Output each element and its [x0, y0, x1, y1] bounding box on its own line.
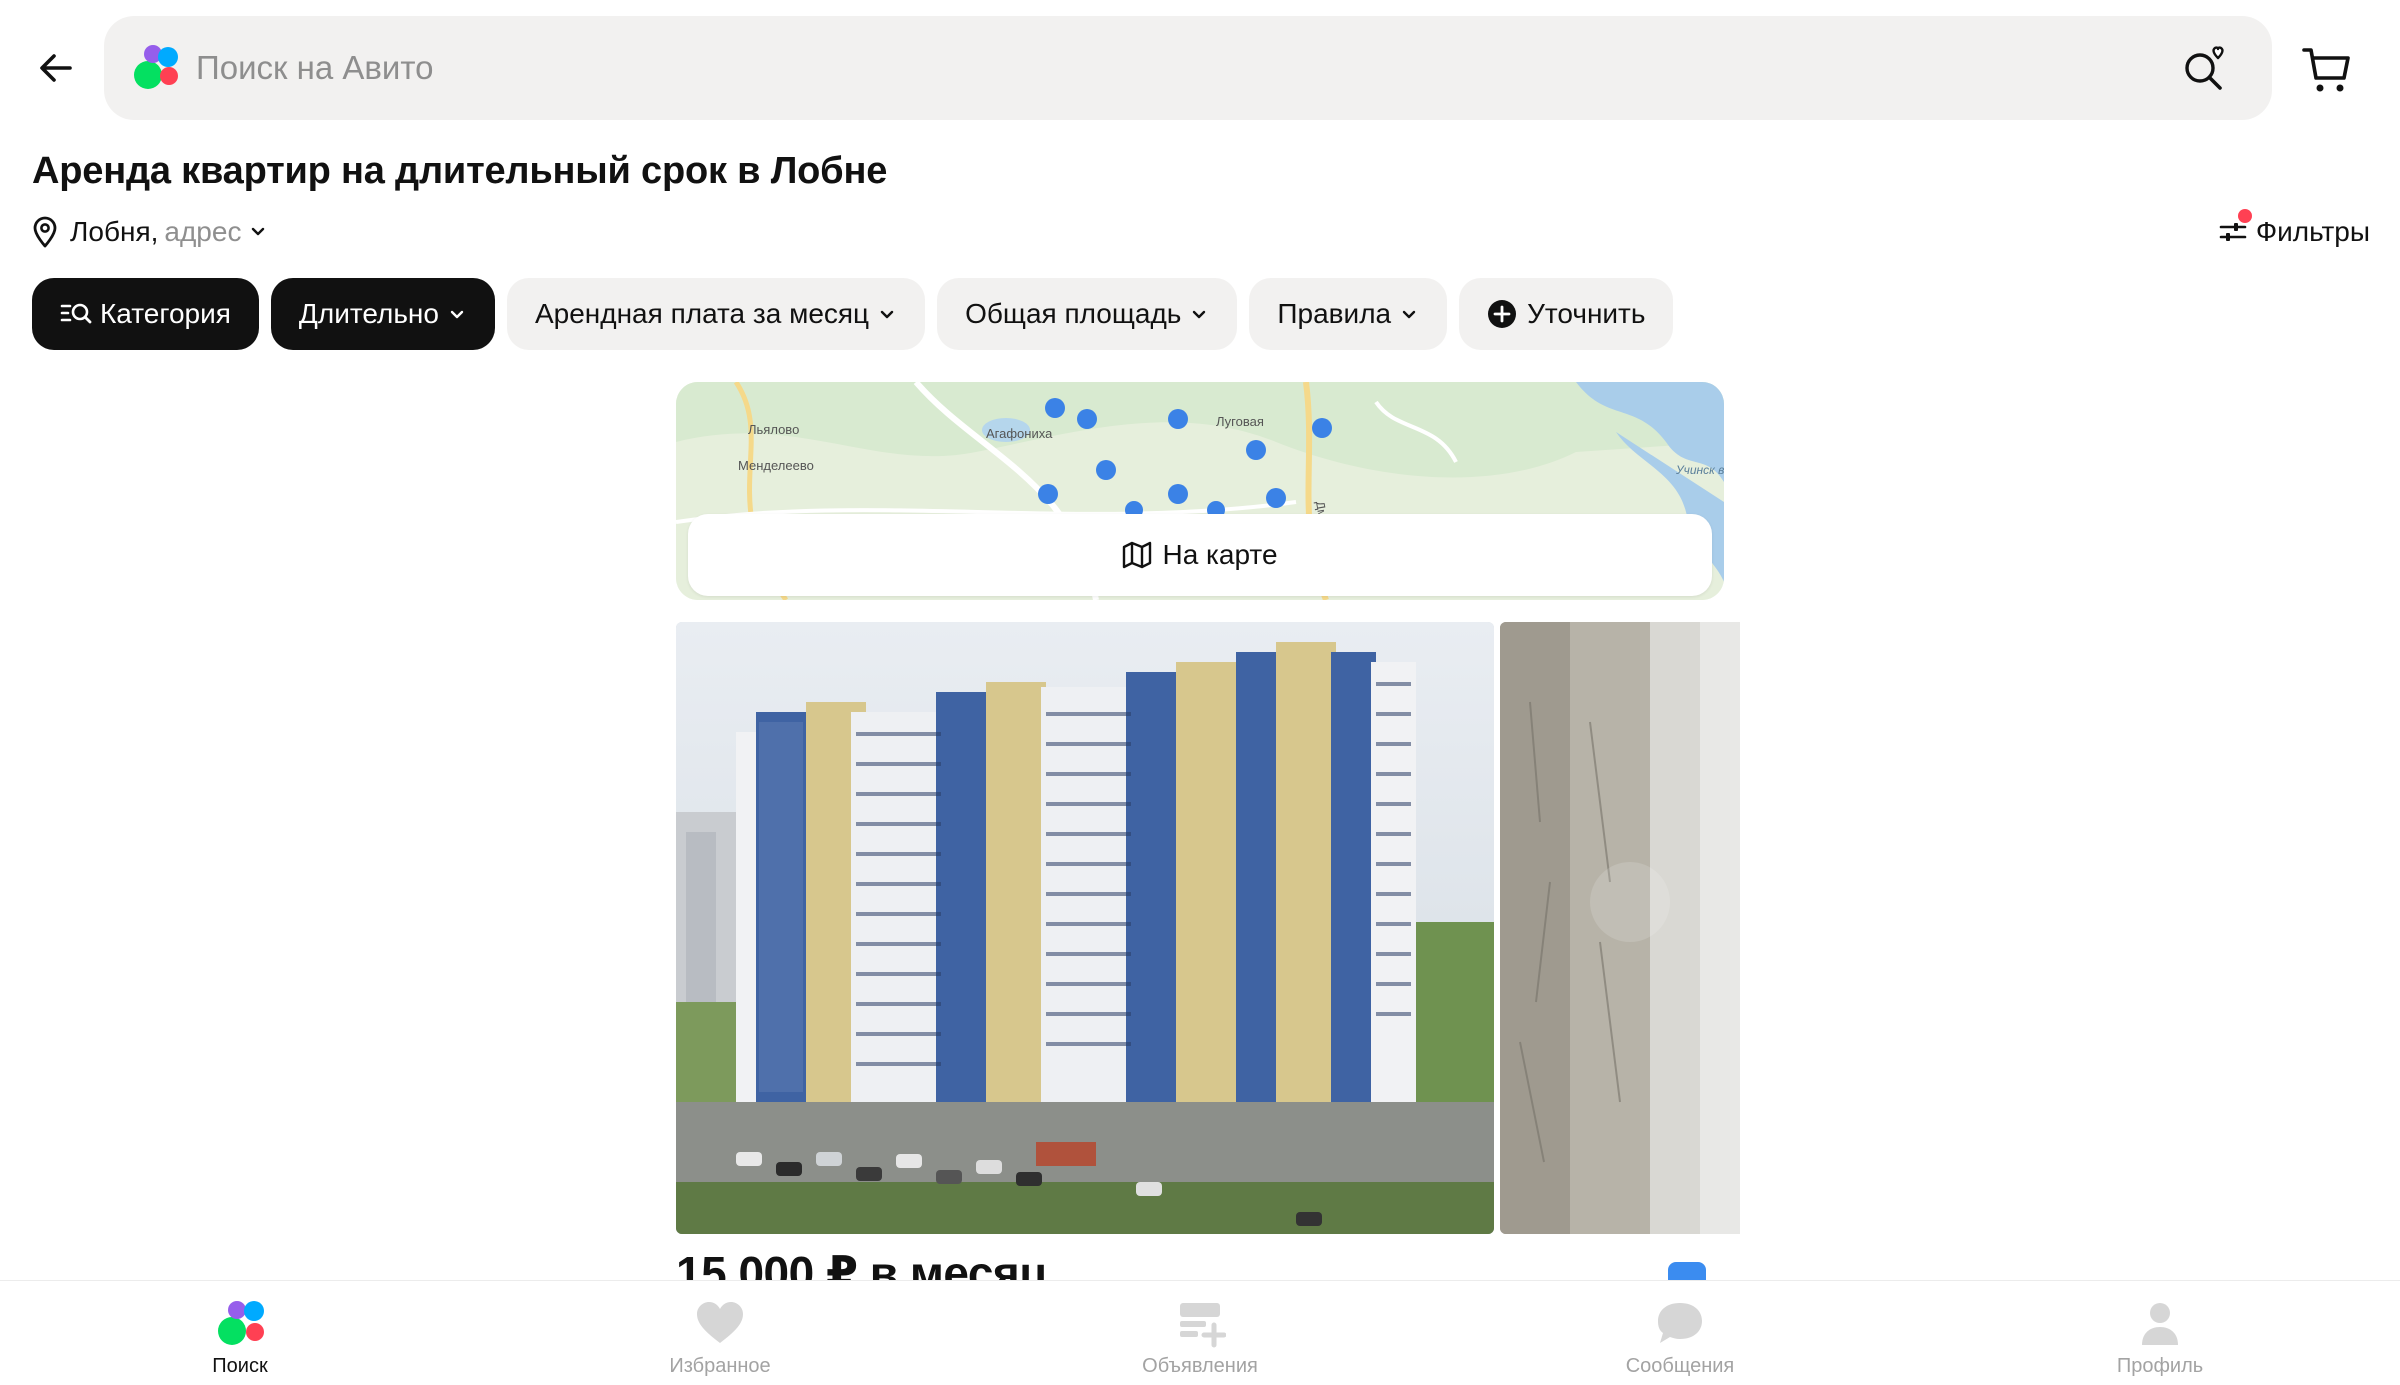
add-listing-icon	[1174, 1299, 1227, 1349]
chat-icon	[1654, 1299, 1706, 1349]
chevron-down-icon	[1402, 310, 1416, 319]
tab-label: Объявления	[1142, 1355, 1258, 1377]
chip-rules[interactable]: Правила	[1249, 278, 1448, 350]
sliders-icon	[2218, 209, 2252, 247]
avito-logo-icon	[214, 1299, 266, 1349]
map-place-label: Агафониха	[986, 426, 1053, 441]
cart-icon	[2302, 48, 2350, 92]
chip-label: Категория	[100, 298, 231, 329]
arrow-left-icon	[40, 54, 72, 82]
chip-label: Общая площадь	[965, 298, 1182, 329]
tab-label: Профиль	[2116, 1355, 2204, 1377]
tab-favorites[interactable]: Избранное	[570, 1281, 870, 1385]
map-place-label: Менделеево	[738, 458, 814, 473]
cart-button[interactable]	[2300, 42, 2356, 98]
search-input[interactable]	[194, 48, 2098, 88]
show-on-map-button[interactable]: На карте	[688, 514, 1712, 596]
chip-refine[interactable]: Уточнить	[1459, 278, 1674, 350]
chip-label: Арендная плата за месяц	[534, 298, 870, 329]
page-title: Аренда квартир на длительный срок в Лобн…	[32, 150, 888, 192]
heart-icon	[694, 1299, 746, 1349]
map-place-label: Льялово	[748, 422, 799, 437]
category-search-icon	[60, 303, 92, 324]
chip-total-area[interactable]: Общая площадь	[937, 278, 1238, 350]
map-place-label: Учинск вдхр	[1675, 463, 1724, 477]
chip-label: Длительно	[298, 298, 439, 329]
tab-label: Избранное	[669, 1355, 771, 1377]
location-selector[interactable]: Лобня, адрес	[32, 216, 269, 248]
chevron-down-icon	[880, 310, 894, 319]
chevron-down-icon	[1193, 310, 1206, 319]
tab-messages[interactable]: Сообщения	[1530, 1281, 1830, 1385]
saved-search-icon[interactable]	[2180, 42, 2232, 94]
map-button-label: На карте	[1162, 539, 1278, 570]
tab-label: Поиск	[212, 1355, 268, 1377]
chevron-down-icon	[450, 310, 464, 319]
tab-listings[interactable]: Объявления	[1050, 1281, 1350, 1385]
avito-logo-icon	[134, 45, 180, 91]
tab-label: Сообщения	[1625, 1355, 1735, 1377]
back-button[interactable]	[24, 36, 88, 100]
plus-circle-icon	[1488, 300, 1517, 328]
chip-label: Уточнить	[1527, 298, 1646, 329]
top-bar	[0, 0, 2400, 140]
filters-label: Фильтры	[2255, 216, 2370, 247]
chip-label: Правила	[1277, 298, 1392, 329]
listing-photo-secondary[interactable]	[1500, 622, 1740, 1234]
location-pin-icon	[33, 216, 57, 248]
tab-search[interactable]: Поиск	[90, 1281, 390, 1385]
search-bar[interactable]	[104, 16, 2272, 120]
chip-duration[interactable]: Длительно	[270, 278, 495, 350]
location-city: Лобня,	[70, 216, 159, 247]
map-preview[interactable]: Льялово Менделеево Агафониха Луговая Дми…	[676, 382, 1724, 600]
profile-icon	[2134, 1299, 2186, 1349]
map-icon	[1123, 541, 1152, 569]
bottom-tab-bar: Поиск Избранное Объявления Сообщения Про…	[0, 1280, 2400, 1385]
building-photo	[676, 622, 1494, 1234]
interior-wall-photo	[1500, 622, 1740, 1234]
map-place-label: Луговая	[1216, 414, 1264, 429]
chevron-down-icon	[252, 227, 265, 236]
tab-profile[interactable]: Профиль	[2010, 1281, 2310, 1385]
chip-category[interactable]: Категория	[32, 278, 259, 350]
listing-photo-main[interactable]	[676, 622, 1494, 1234]
building-facade	[736, 642, 1416, 1102]
location-address: адрес	[164, 216, 242, 247]
notification-dot	[2237, 209, 2252, 223]
chip-rent-price[interactable]: Арендная плата за месяц	[506, 278, 926, 350]
filters-button[interactable]: Фильтры	[2218, 209, 2370, 248]
filter-chips: Категория Длительно Арендная плата за ме…	[32, 278, 1674, 352]
